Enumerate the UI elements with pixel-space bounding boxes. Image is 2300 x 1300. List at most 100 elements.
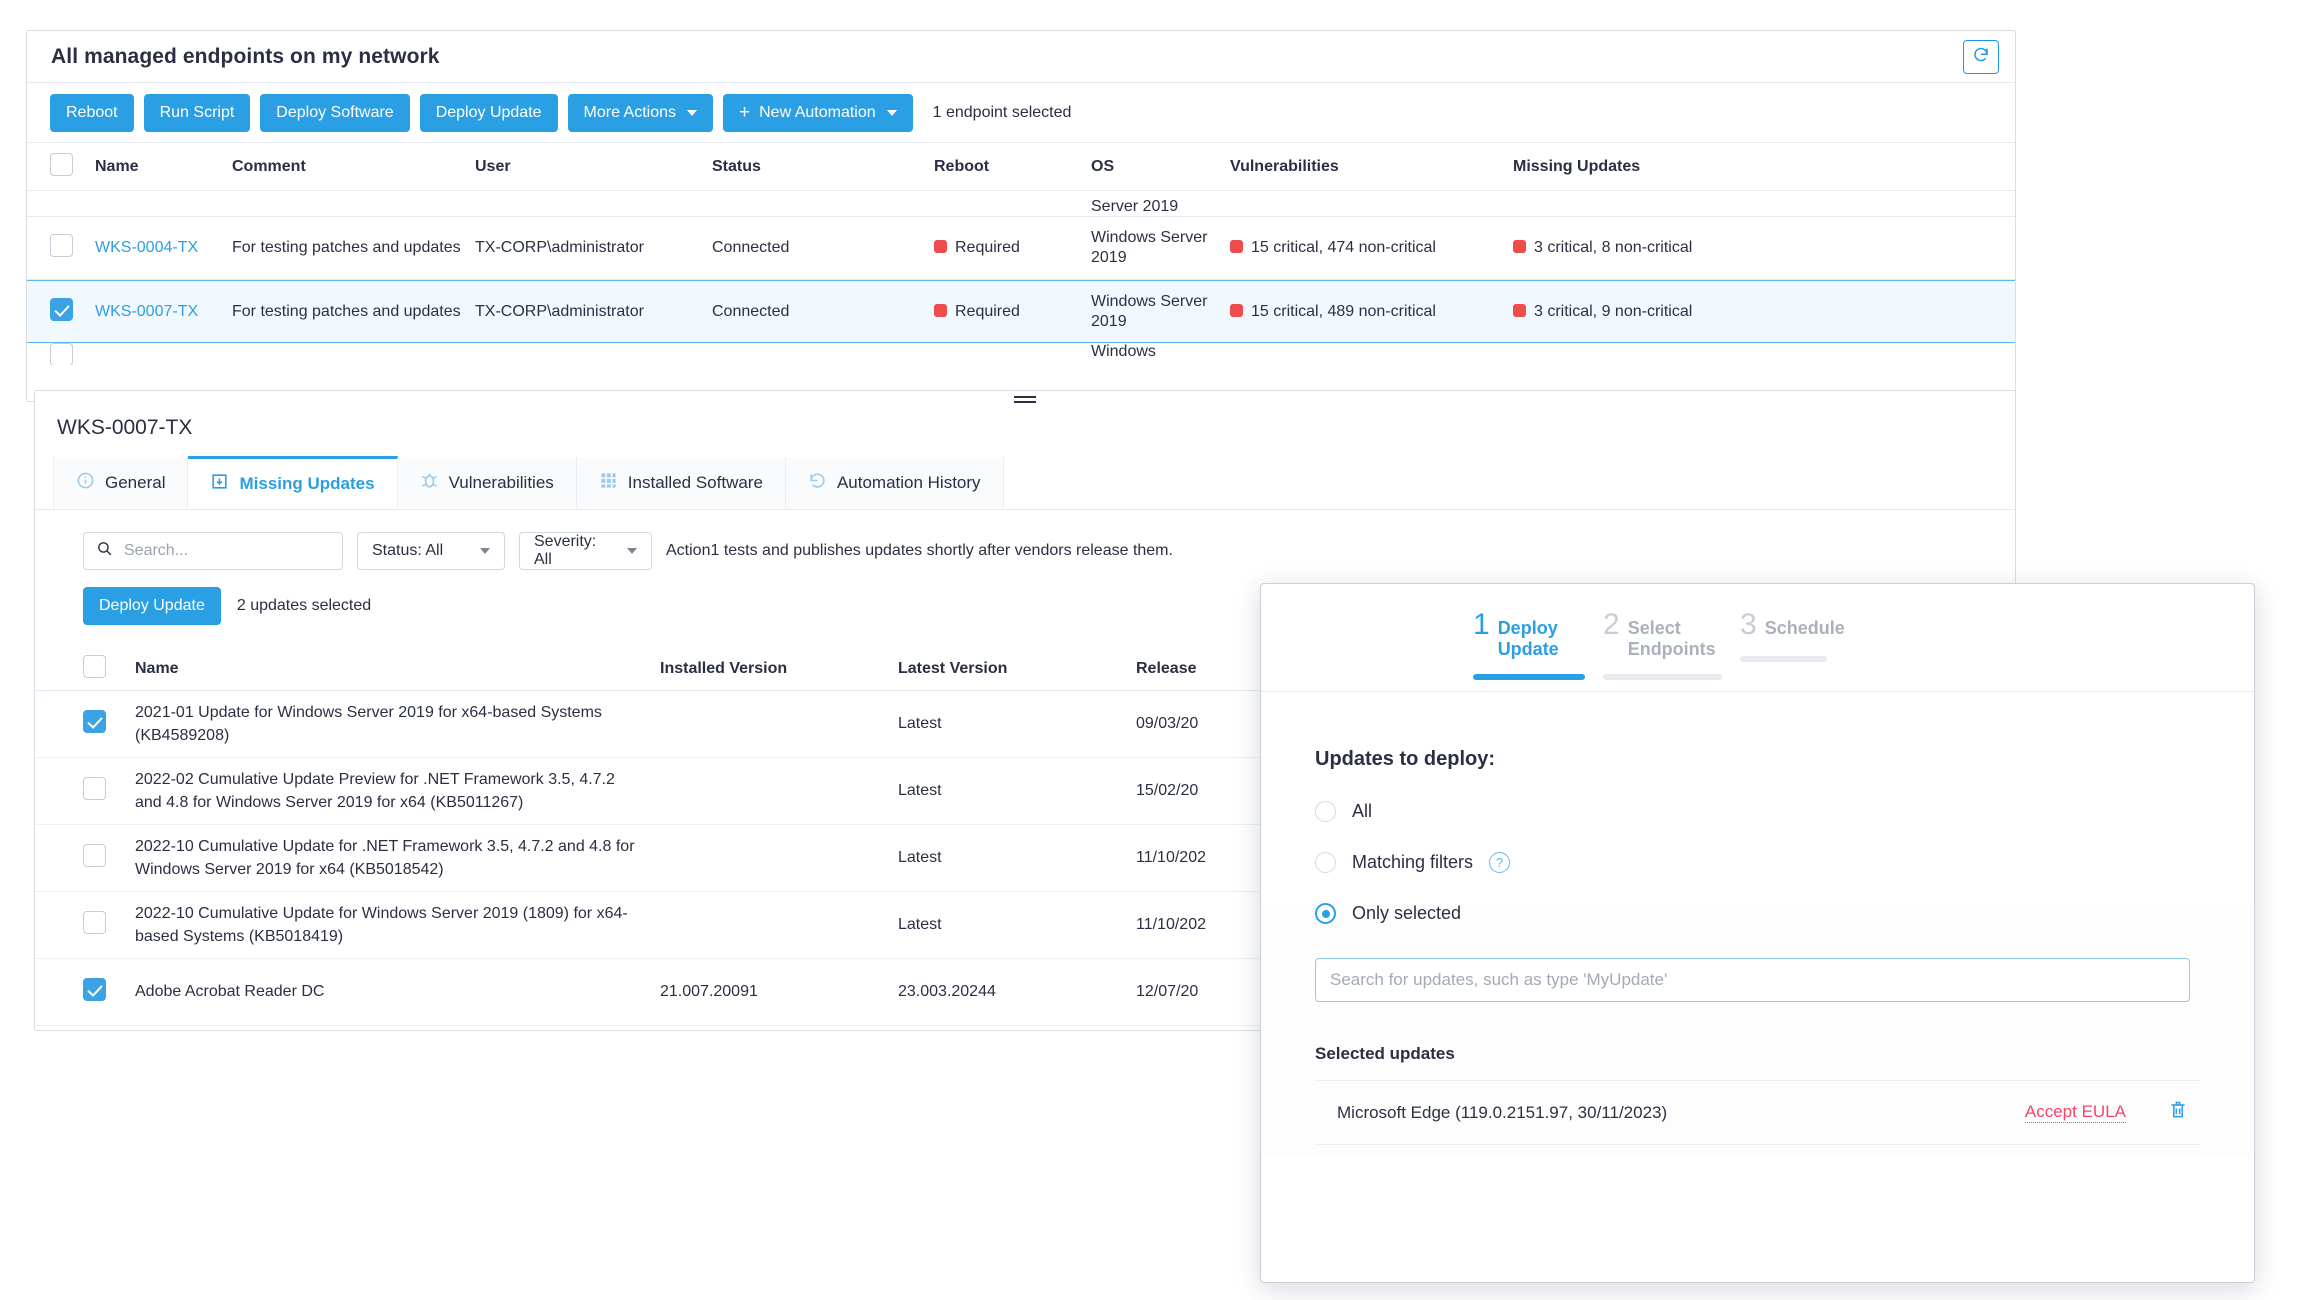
step-deploy-update[interactable]: 1 Deploy Update <box>1473 608 1603 680</box>
missing-updates-value: 3 critical, 8 non-critical <box>1534 239 1693 256</box>
search-input-wrapper[interactable] <box>83 532 343 570</box>
row-checkbox[interactable] <box>50 297 73 321</box>
table-row-partial-top[interactable]: Server 2019 <box>27 191 2015 217</box>
row-checkbox[interactable] <box>50 234 73 257</box>
chevron-down-icon <box>627 548 637 554</box>
list-item: Microsoft Edge (119.0.2151.97, 30/11/202… <box>1315 1081 2200 1145</box>
tab-general[interactable]: General <box>53 457 189 509</box>
refresh-button[interactable] <box>1963 40 1999 74</box>
row-status: Connected <box>712 239 790 256</box>
select-all-checkbox-cell <box>50 152 95 181</box>
select-all-updates-checkbox[interactable] <box>83 654 106 678</box>
reboot-label: Required <box>955 239 1020 256</box>
table-row-selected[interactable]: WKS-0007-TX For testing patches and upda… <box>27 280 2015 343</box>
step-label: Schedule <box>1764 618 1845 638</box>
row-os: Windows Server 2019 <box>1091 292 1208 330</box>
column-header-latest-version: Latest Version <box>898 659 1008 677</box>
row-checkbox-cell <box>50 234 95 262</box>
option-all[interactable]: All <box>1261 801 2254 822</box>
trash-icon[interactable] <box>2168 1099 2188 1126</box>
select-all-checkbox[interactable] <box>50 152 73 176</box>
radio-only-selected[interactable] <box>1315 903 1336 924</box>
bug-icon <box>420 471 439 495</box>
option-matching-filters[interactable]: Matching filters ? <box>1261 852 2254 873</box>
endpoint-name-link[interactable]: WKS-0004-TX <box>95 239 232 257</box>
tab-label: Automation History <box>836 473 981 492</box>
missing-updates-value: 3 critical, 9 non-critical <box>1534 302 1693 320</box>
updates-hint-text: Action1 tests and publishes updates shor… <box>666 542 1173 559</box>
panel-resize-handle[interactable] <box>1014 396 1036 406</box>
row-checkbox[interactable] <box>83 844 106 867</box>
option-all-label: All <box>1352 801 1373 821</box>
column-header-reboot: Reboot <box>934 157 990 175</box>
latest-version: Latest <box>898 715 942 732</box>
deploy-software-button[interactable]: Deploy Software <box>260 93 410 132</box>
critical-dot-icon <box>1513 303 1526 317</box>
row-checkbox[interactable] <box>83 777 106 800</box>
tab-label: Installed Software <box>627 473 763 492</box>
vulnerabilities-value: 15 critical, 489 non-critical <box>1251 302 1436 320</box>
accept-eula-link[interactable]: Accept EULA <box>2024 1102 2126 1123</box>
row-checkbox[interactable] <box>50 343 73 365</box>
tab-missing-updates[interactable]: Missing Updates <box>188 456 398 508</box>
severity-filter-select[interactable]: Severity: All <box>519 532 652 570</box>
endpoint-name-link[interactable]: WKS-0007-TX <box>95 303 232 321</box>
search-input[interactable] <box>122 541 330 561</box>
installed-version: 21.007.20091 <box>660 983 758 1000</box>
new-automation-button[interactable]: + New Automation <box>723 93 913 132</box>
modal-search-wrapper[interactable] <box>1315 958 2190 1002</box>
detail-tabs: General Missing Updates Vulnerabilities … <box>35 456 2015 510</box>
step-schedule[interactable]: 3 Schedule <box>1740 608 1845 662</box>
row-reboot: Required <box>934 303 1091 321</box>
reboot-button[interactable]: Reboot <box>50 93 134 132</box>
more-actions-button[interactable]: More Actions <box>567 93 714 132</box>
step-number: 1 <box>1473 608 1490 641</box>
search-icon <box>96 540 113 562</box>
selection-status: 1 endpoint selected <box>932 103 1072 121</box>
step-label: Deploy Update <box>1497 618 1559 659</box>
row-user: TX-CORP\administrator <box>475 302 644 320</box>
row-checkbox[interactable] <box>83 710 106 733</box>
endpoints-panel-header: All managed endpoints on my network <box>27 31 2015 83</box>
radio-matching-filters[interactable] <box>1315 852 1336 873</box>
tab-label: General <box>105 473 166 492</box>
deploy-update-button-detail[interactable]: Deploy Update <box>83 587 221 625</box>
row-comment: For testing patches and updates <box>232 239 461 256</box>
tab-automation-history[interactable]: Automation History <box>785 457 1004 509</box>
row-vulnerabilities: 15 critical, 474 non-critical <box>1230 239 1513 257</box>
endpoints-toolbar: Reboot Run Script Deploy Software Deploy… <box>27 83 2015 143</box>
status-dot-icon <box>934 303 947 317</box>
column-header-user: User <box>475 157 511 175</box>
column-header-name: Name <box>135 659 179 677</box>
update-name: 2022-10 Cumulative Update for Windows Se… <box>135 904 628 945</box>
tab-installed-software[interactable]: Installed Software <box>576 457 786 509</box>
step-label: Select Endpoints <box>1627 618 1716 659</box>
table-row[interactable]: WKS-0004-TX For testing patches and upda… <box>27 217 2015 280</box>
modal-heading: Updates to deploy: <box>1315 748 1496 770</box>
step-select-endpoints[interactable]: 2 Select Endpoints <box>1603 608 1740 680</box>
row-checkbox[interactable] <box>83 911 106 934</box>
modal-search-input[interactable] <box>1328 969 2177 991</box>
row-checkbox[interactable] <box>83 978 106 1001</box>
page-title: All managed endpoints on my network <box>51 44 440 68</box>
run-script-button[interactable]: Run Script <box>143 93 251 132</box>
row-checkbox-cell <box>83 911 135 939</box>
radio-all[interactable] <box>1315 801 1336 822</box>
option-only-selected-label: Only selected <box>1352 903 1462 923</box>
deploy-update-modal: 1 Deploy Update 2 Select Endpoints 3 Sch… <box>1260 583 2255 1283</box>
chevron-down-icon <box>480 548 490 554</box>
deploy-update-button[interactable]: Deploy Update <box>419 93 558 132</box>
column-header-missing-updates: Missing Updates <box>1513 157 1641 175</box>
table-row-partial-bottom[interactable]: Windows <box>27 343 2015 365</box>
status-filter-select[interactable]: Status: All <box>357 532 505 570</box>
column-header-name: Name <box>95 157 139 175</box>
question-icon[interactable]: ? <box>1489 852 1511 873</box>
tab-vulnerabilities[interactable]: Vulnerabilities <box>397 457 577 509</box>
new-automation-label: New Automation <box>759 103 876 121</box>
option-only-selected[interactable]: Only selected <box>1261 903 2254 924</box>
selected-updates-title: Selected updates <box>1315 1044 1455 1063</box>
reboot-label: Required <box>955 302 1020 320</box>
row-missing-updates: 3 critical, 8 non-critical <box>1513 239 1773 257</box>
vulnerabilities-value: 15 critical, 474 non-critical <box>1251 239 1436 256</box>
history-icon <box>808 471 827 495</box>
